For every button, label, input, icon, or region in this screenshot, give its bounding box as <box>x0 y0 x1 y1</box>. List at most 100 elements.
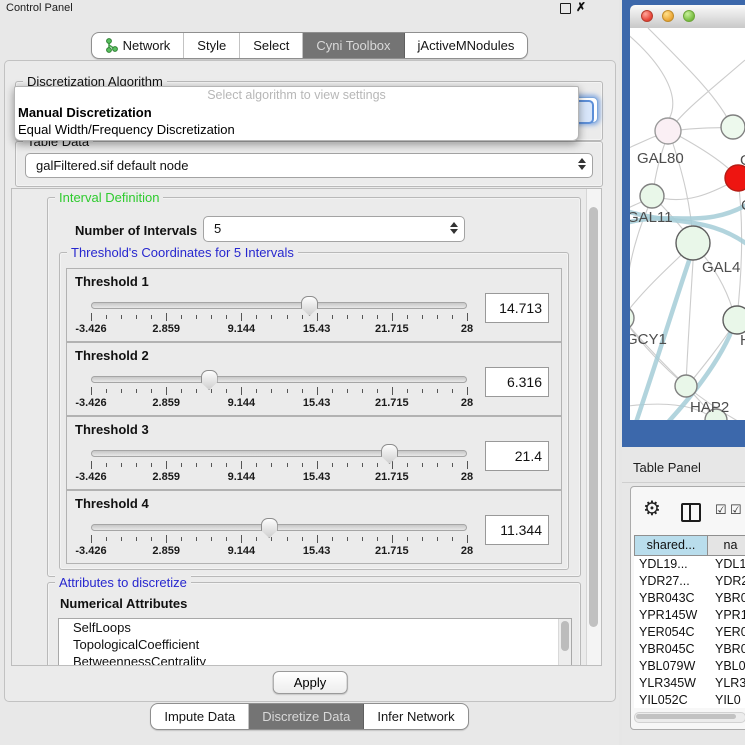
cell[interactable]: YDL1 <box>708 556 745 573</box>
option-manual-discretization[interactable]: Manual Discretization <box>15 104 578 121</box>
cell[interactable]: YDR2 <box>708 573 745 590</box>
combo-arrows-icon[interactable] <box>448 222 459 234</box>
float-window-icon[interactable] <box>560 3 571 14</box>
cell[interactable]: YER054C <box>634 624 708 641</box>
tab-cyni-toolbox[interactable]: Cyni Toolbox <box>303 33 404 58</box>
horizontal-scrollbar-thumb[interactable] <box>636 714 736 719</box>
cell[interactable]: YBR045C <box>634 641 708 658</box>
algorithm-dropdown-popup: Select algorithm to view settings Manual… <box>14 86 579 141</box>
threshold-3-value-field[interactable]: 21.4 <box>485 441 549 471</box>
network-node[interactable] <box>721 115 745 139</box>
vertical-scrollbar[interactable] <box>586 189 601 665</box>
tab-impute-data[interactable]: Impute Data <box>151 704 249 729</box>
threshold-4-value-field[interactable]: 11.344 <box>485 515 549 545</box>
cell[interactable]: YBL079W <box>634 658 708 675</box>
network-node[interactable] <box>675 375 697 397</box>
column-header-shared-name[interactable]: shared... <box>634 535 708 556</box>
table-rows: YDL19...YDL1 YDR27...YDR2 YBR043CYBR0 YP… <box>634 556 745 708</box>
gear-icon[interactable]: ⚙ <box>643 499 661 519</box>
threshold-2-slider[interactable]: -3.4262.8599.14415.4321.71528 <box>91 370 467 412</box>
network-edge <box>630 28 673 119</box>
cell[interactable]: YPR1 <box>708 607 745 624</box>
network-node[interactable] <box>676 226 710 260</box>
close-icon[interactable]: ✗ <box>576 0 586 14</box>
tab-infer-network[interactable]: Infer Network <box>364 704 467 729</box>
table-row[interactable]: YBR045CYBR0 <box>634 641 745 658</box>
threshold-4-slider[interactable]: -3.4262.8599.14415.4321.71528 <box>91 518 467 560</box>
list-item[interactable]: TopologicalCoefficient <box>59 636 571 653</box>
network-graph[interactable]: GAL80GACGAL11GAL4GCY1HHAP2 <box>630 28 745 420</box>
table-row[interactable]: YPR145WYPR1 <box>634 607 745 624</box>
tab-impute-data-label: Impute Data <box>164 709 235 724</box>
cell[interactable]: YLR345W <box>634 675 708 692</box>
threshold-3-slider[interactable]: -3.4262.8599.14415.4321.71528 <box>91 444 467 486</box>
column-header-name[interactable]: na <box>708 535 745 556</box>
network-node-label: GA <box>740 152 745 169</box>
list-scrollbar-thumb[interactable] <box>561 621 569 651</box>
cell[interactable]: YLR3 <box>708 675 745 692</box>
network-node-label: GCY1 <box>630 331 667 348</box>
list-item[interactable]: BetweennessCentrality <box>59 653 571 666</box>
slider-track[interactable] <box>91 450 467 457</box>
tab-network[interactable]: Network <box>92 33 185 58</box>
list-scrollbar[interactable] <box>558 619 571 666</box>
network-canvas[interactable]: GAL80GACGAL11GAL4GCY1HHAP2 <box>630 28 745 420</box>
zoom-traffic-light-icon[interactable] <box>683 10 695 22</box>
number-of-intervals-combobox[interactable]: 5 <box>203 216 465 242</box>
slider-track[interactable] <box>91 376 467 383</box>
network-window-frame: GAL80GACGAL11GAL4GCY1HHAP2 <box>630 5 745 442</box>
network-edge <box>653 180 736 200</box>
threshold-2-value-field[interactable]: 6.316 <box>485 367 549 397</box>
cell[interactable]: YDR27... <box>634 573 708 590</box>
cell[interactable]: YPR145W <box>634 607 708 624</box>
threshold-1-value-field[interactable]: 14.713 <box>485 293 549 323</box>
apply-button[interactable]: Apply <box>273 671 348 694</box>
table-row[interactable]: YER054CYER0 <box>634 624 745 641</box>
cell[interactable]: YIL052C <box>634 692 708 708</box>
table-row[interactable]: YLR345WYLR3 <box>634 675 745 692</box>
table-data-value: galFiltered.sif default node <box>36 158 188 173</box>
list-item[interactable]: SelfLoops <box>59 619 571 636</box>
table-row[interactable]: YIL052CYIL0 <box>634 692 745 708</box>
tab-jactivemnodules[interactable]: jActiveMNodules <box>405 33 528 58</box>
cell[interactable]: YBL0 <box>708 658 745 675</box>
tab-style[interactable]: Style <box>184 33 240 58</box>
table-data-combobox[interactable]: galFiltered.sif default node <box>25 153 593 178</box>
top-tab-bar: Network Style Select Cyni Toolbox jActiv… <box>0 32 619 59</box>
tab-select[interactable]: Select <box>240 33 303 58</box>
threshold-3-label: Threshold 3 <box>75 422 149 437</box>
cell[interactable]: YBR0 <box>708 641 745 658</box>
table-row[interactable]: YBR043CYBR0 <box>634 590 745 607</box>
table-row[interactable]: YBL079WYBL0 <box>634 658 745 675</box>
network-node[interactable] <box>640 184 664 208</box>
table-row[interactable]: YDL19...YDL1 <box>634 556 745 573</box>
table-row[interactable]: YDR27...YDR2 <box>634 573 745 590</box>
slider-track[interactable] <box>91 302 467 309</box>
cell[interactable]: YBR043C <box>634 590 708 607</box>
close-traffic-light-icon[interactable] <box>641 10 653 22</box>
checkbox-icon[interactable]: ☑ <box>730 502 742 518</box>
option-equal-width-frequency[interactable]: Equal Width/Frequency Discretization <box>15 121 578 138</box>
cell[interactable]: YBR0 <box>708 590 745 607</box>
threshold-1-slider[interactable]: -3.4262.8599.14415.4321.71528 <box>91 296 467 338</box>
network-node[interactable] <box>630 306 634 330</box>
network-node[interactable] <box>655 118 681 144</box>
cell[interactable]: YIL0 <box>708 692 745 708</box>
slider-ticks <box>91 313 467 322</box>
slider-ticks <box>91 535 467 544</box>
minimize-traffic-light-icon[interactable] <box>662 10 674 22</box>
checkbox-icon[interactable]: ☑ <box>715 502 727 518</box>
network-window-titlebar[interactable] <box>630 5 745 29</box>
split-columns-icon[interactable] <box>681 503 701 522</box>
tab-discretize-data[interactable]: Discretize Data <box>249 704 364 729</box>
vertical-scrollbar-thumb[interactable] <box>589 207 598 627</box>
node-table: shared... na YDL19...YDL1 YDR27...YDR2 Y… <box>634 535 745 708</box>
table-panel: Table Panel ⚙ ☑ ☑ shared... na YDL19...Y… <box>622 447 745 745</box>
horizontal-scrollbar[interactable] <box>634 712 745 723</box>
network-node[interactable] <box>723 306 745 334</box>
combo-arrows-icon[interactable] <box>576 158 587 170</box>
cell[interactable]: YDL19... <box>634 556 708 573</box>
cell[interactable]: YER0 <box>708 624 745 641</box>
slider-track[interactable] <box>91 524 467 531</box>
attributes-group: Attributes to discretize Numerical Attri… <box>47 582 581 666</box>
